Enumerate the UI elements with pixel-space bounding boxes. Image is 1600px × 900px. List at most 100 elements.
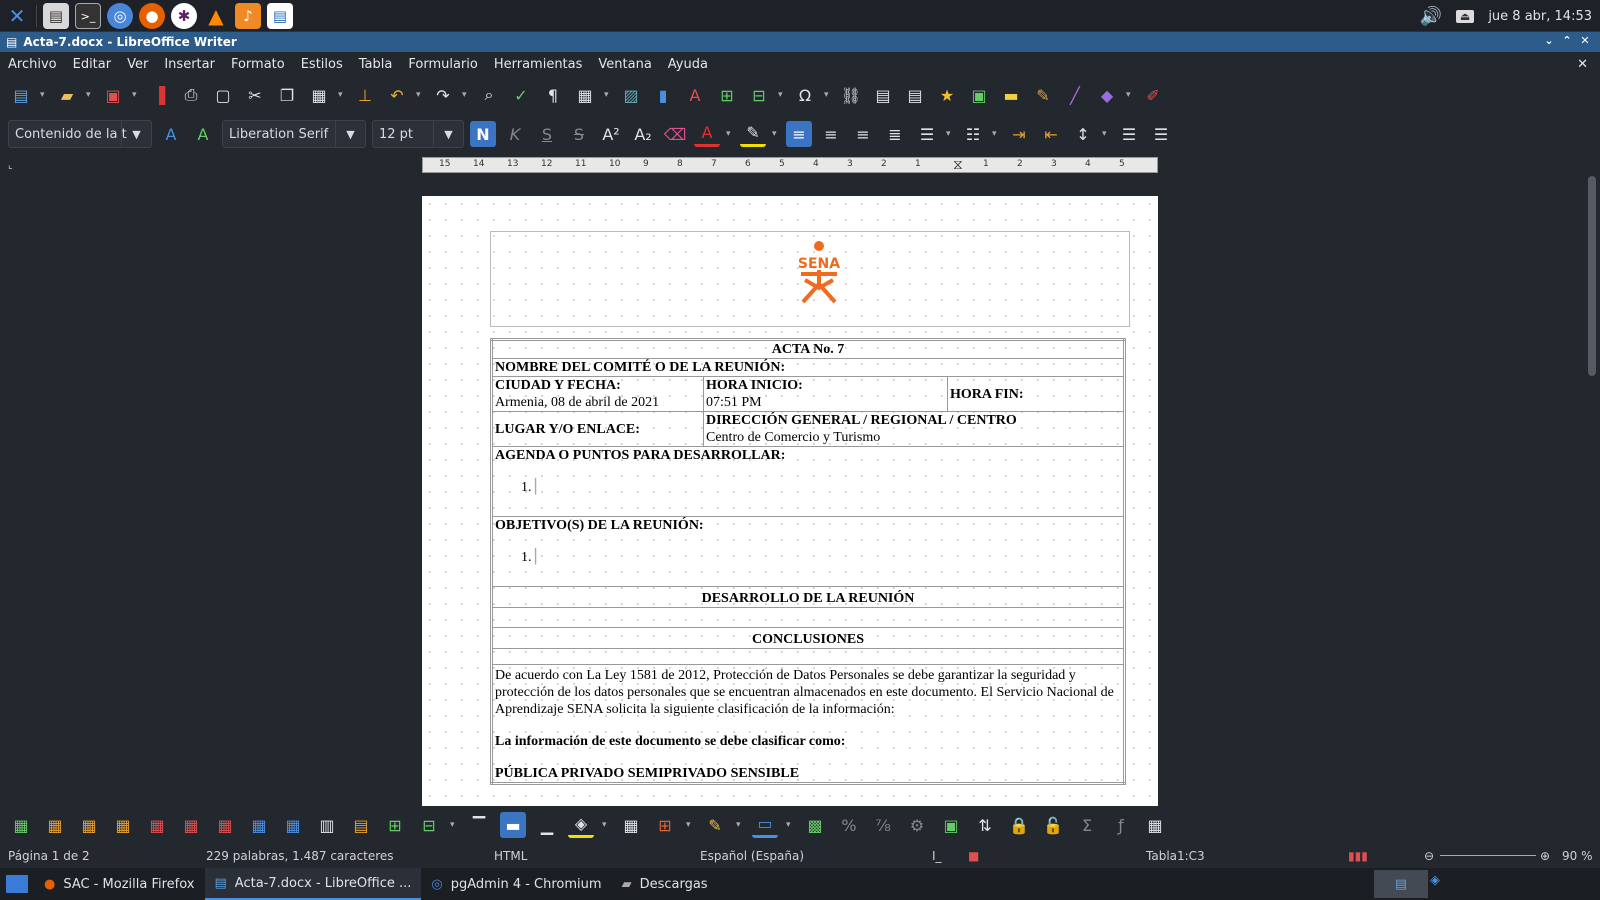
- highlight-dropdown-icon[interactable]: ▾: [772, 129, 780, 139]
- bold-button[interactable]: N: [470, 121, 496, 147]
- clear-formatting-icon[interactable]: ⌫: [662, 121, 688, 147]
- undo-dropdown-icon[interactable]: ▾: [416, 90, 424, 100]
- border-style-icon[interactable]: ✎: [702, 812, 728, 838]
- clock[interactable]: jue 8 abr, 14:53: [1488, 9, 1592, 24]
- vertical-scrollbar[interactable]: [1588, 176, 1596, 376]
- border-color-icon[interactable]: ▭: [752, 812, 778, 838]
- open-dropdown-icon[interactable]: ▾: [86, 90, 94, 100]
- file-manager-icon[interactable]: ▤: [43, 3, 69, 29]
- firefox-icon[interactable]: ●: [139, 3, 165, 29]
- objetivos-cell[interactable]: OBJETIVO(S) DE LA REUNIÓN: 1. ▏: [491, 516, 1125, 587]
- font-size-combo[interactable]: 12 pt ▼: [372, 120, 464, 148]
- copy-icon[interactable]: ❐: [274, 82, 300, 108]
- formula-icon[interactable]: ƒ: [1108, 812, 1134, 838]
- align-bottom-icon[interactable]: ▁: [534, 812, 560, 838]
- menu-formato[interactable]: Formato: [231, 57, 285, 72]
- borders-icon[interactable]: ⊞: [652, 812, 678, 838]
- document-page[interactable]: SENA ACTA No. 7 NOMBRE DEL COMITÉ O DE L…: [422, 196, 1158, 806]
- menu-estilos[interactable]: Estilos: [301, 57, 343, 72]
- chevron-down-icon[interactable]: ▼: [433, 121, 463, 147]
- number-recognition-icon[interactable]: ⚙: [904, 812, 930, 838]
- unordered-list-icon[interactable]: ☰: [914, 121, 940, 147]
- ordered-list-icon[interactable]: ☷: [960, 121, 986, 147]
- menu-archivo[interactable]: Archivo: [8, 57, 57, 72]
- conclusiones-heading[interactable]: CONCLUSIONES: [491, 627, 1125, 649]
- zoom-out-icon[interactable]: ⊖: [1424, 849, 1434, 863]
- align-center-vertical-icon[interactable]: ▬: [500, 812, 526, 838]
- basic-shapes-icon[interactable]: ◆: [1094, 82, 1120, 108]
- chromium-icon[interactable]: ◎: [107, 3, 133, 29]
- increase-indent-icon[interactable]: ⇥: [1006, 121, 1032, 147]
- strikethrough-button[interactable]: S: [566, 121, 592, 147]
- export-pdf-icon[interactable]: ▐: [146, 82, 172, 108]
- nombre-label[interactable]: NOMBRE DEL COMITÉ O DE LA REUNIÓN:: [491, 358, 1125, 377]
- menu-ver[interactable]: Ver: [127, 57, 148, 72]
- workspace-switcher[interactable]: ▤: [1374, 870, 1428, 898]
- vlc-icon[interactable]: ▲: [203, 3, 229, 29]
- table-dropdown-icon[interactable]: ▾: [604, 90, 612, 100]
- document-mode[interactable]: HTML: [494, 849, 527, 863]
- xfce-menu-icon[interactable]: ✕: [4, 3, 30, 29]
- shapes-dropdown-icon[interactable]: ▾: [1126, 90, 1134, 100]
- zoom-slider[interactable]: [1440, 855, 1536, 856]
- show-desktop-button[interactable]: [0, 868, 34, 900]
- list-dropdown-icon[interactable]: ▾: [946, 129, 954, 139]
- spacing-dropdown-icon[interactable]: ▾: [1102, 129, 1110, 139]
- comment-icon[interactable]: ▬: [998, 82, 1024, 108]
- menu-tabla[interactable]: Tabla: [359, 57, 393, 72]
- menu-ayuda[interactable]: Ayuda: [668, 57, 708, 72]
- print-icon[interactable]: ⎙: [178, 82, 204, 108]
- agenda-cell[interactable]: AGENDA O PUNTOS PARA DESARROLLAR: 1. ▏: [491, 446, 1125, 517]
- align-right-icon[interactable]: ≡: [850, 121, 876, 147]
- select-cell-icon[interactable]: ▦: [246, 812, 272, 838]
- redo-icon[interactable]: ↷: [430, 82, 456, 108]
- bookmark-icon[interactable]: ★: [934, 82, 960, 108]
- delete-table-icon[interactable]: ▦: [212, 812, 238, 838]
- formatting-marks-icon[interactable]: ¶: [540, 82, 566, 108]
- task-descargas[interactable]: ▰ Descargas: [612, 868, 718, 900]
- sum-icon[interactable]: Σ: [1074, 812, 1100, 838]
- underline-button[interactable]: S: [534, 121, 560, 147]
- horizontal-ruler[interactable]: 15 14 13 12 11 10 9 8 7 6 5 4 3 2 1 1 2 …: [422, 157, 1158, 173]
- acta-table[interactable]: ACTA No. 7 NOMBRE DEL COMITÉ O DE LA REU…: [490, 338, 1126, 785]
- doc-modified-icon[interactable]: ■: [968, 849, 979, 863]
- font-color-dropdown-icon[interactable]: ▾: [726, 129, 734, 139]
- insert-cols-before-icon[interactable]: ▦: [76, 812, 102, 838]
- cross-reference-icon[interactable]: ▣: [966, 82, 992, 108]
- minimize-button[interactable]: ⌄: [1542, 34, 1556, 48]
- close-document-icon[interactable]: ✕: [1577, 57, 1588, 72]
- justify-icon[interactable]: ≣: [882, 121, 908, 147]
- hora-inicio-cell[interactable]: HORA INICIO: 07:51 PM: [703, 376, 948, 412]
- maximize-button[interactable]: ⌃: [1560, 34, 1574, 48]
- datos-cell[interactable]: De acuerdo con La Ley 1581 de 2012, Prot…: [491, 664, 1125, 784]
- insert-textbox-icon[interactable]: A: [682, 82, 708, 108]
- align-left-icon[interactable]: ≡: [786, 121, 812, 147]
- merge-cells-icon[interactable]: ⊞: [382, 812, 408, 838]
- insert-table-icon[interactable]: ▦: [572, 82, 598, 108]
- close-window-button[interactable]: ✕: [1578, 34, 1592, 48]
- borders-dropdown-icon[interactable]: ▾: [686, 820, 694, 830]
- task-chromium[interactable]: ◎ pgAdmin 4 - Chromium: [421, 868, 611, 900]
- ciudad-cell[interactable]: CIUDAD Y FECHA: Armenia, 08 de abril de …: [491, 376, 704, 412]
- split-cells-icon[interactable]: ⊟: [416, 812, 442, 838]
- redo-dropdown-icon[interactable]: ▾: [462, 90, 470, 100]
- line-spacing-icon[interactable]: ↕: [1070, 121, 1096, 147]
- select-row-icon[interactable]: ▤: [348, 812, 374, 838]
- number-format-percent-icon[interactable]: %: [836, 812, 862, 838]
- paste-icon[interactable]: ▦: [306, 82, 332, 108]
- undo-icon[interactable]: ↶: [384, 82, 410, 108]
- paste-dropdown-icon[interactable]: ▾: [338, 90, 346, 100]
- view-layout-icon[interactable]: ▮▮▮: [1348, 849, 1368, 863]
- language-indicator[interactable]: Español (España): [700, 849, 804, 863]
- insert-image-icon[interactable]: ▨: [618, 82, 644, 108]
- word-count[interactable]: 229 palabras, 1.487 caracteres: [206, 849, 394, 863]
- pgadmin-icon[interactable]: ◈: [1430, 873, 1440, 895]
- menu-herramientas[interactable]: Herramientas: [494, 57, 583, 72]
- window-titlebar[interactable]: ▤ Acta-7.docx - LibreOffice Writer ⌄ ⌃ ✕: [0, 32, 1600, 52]
- slack-icon[interactable]: ✱: [171, 3, 197, 29]
- paragraph-spacing-icon[interactable]: ☰: [1116, 121, 1142, 147]
- number-format-icon[interactable]: ⅞: [870, 812, 896, 838]
- track-changes-icon[interactable]: ✎: [1030, 82, 1056, 108]
- desarrollo-heading[interactable]: DESARROLLO DE LA REUNIÓN: [491, 586, 1125, 608]
- endnote-icon[interactable]: ▤: [902, 82, 928, 108]
